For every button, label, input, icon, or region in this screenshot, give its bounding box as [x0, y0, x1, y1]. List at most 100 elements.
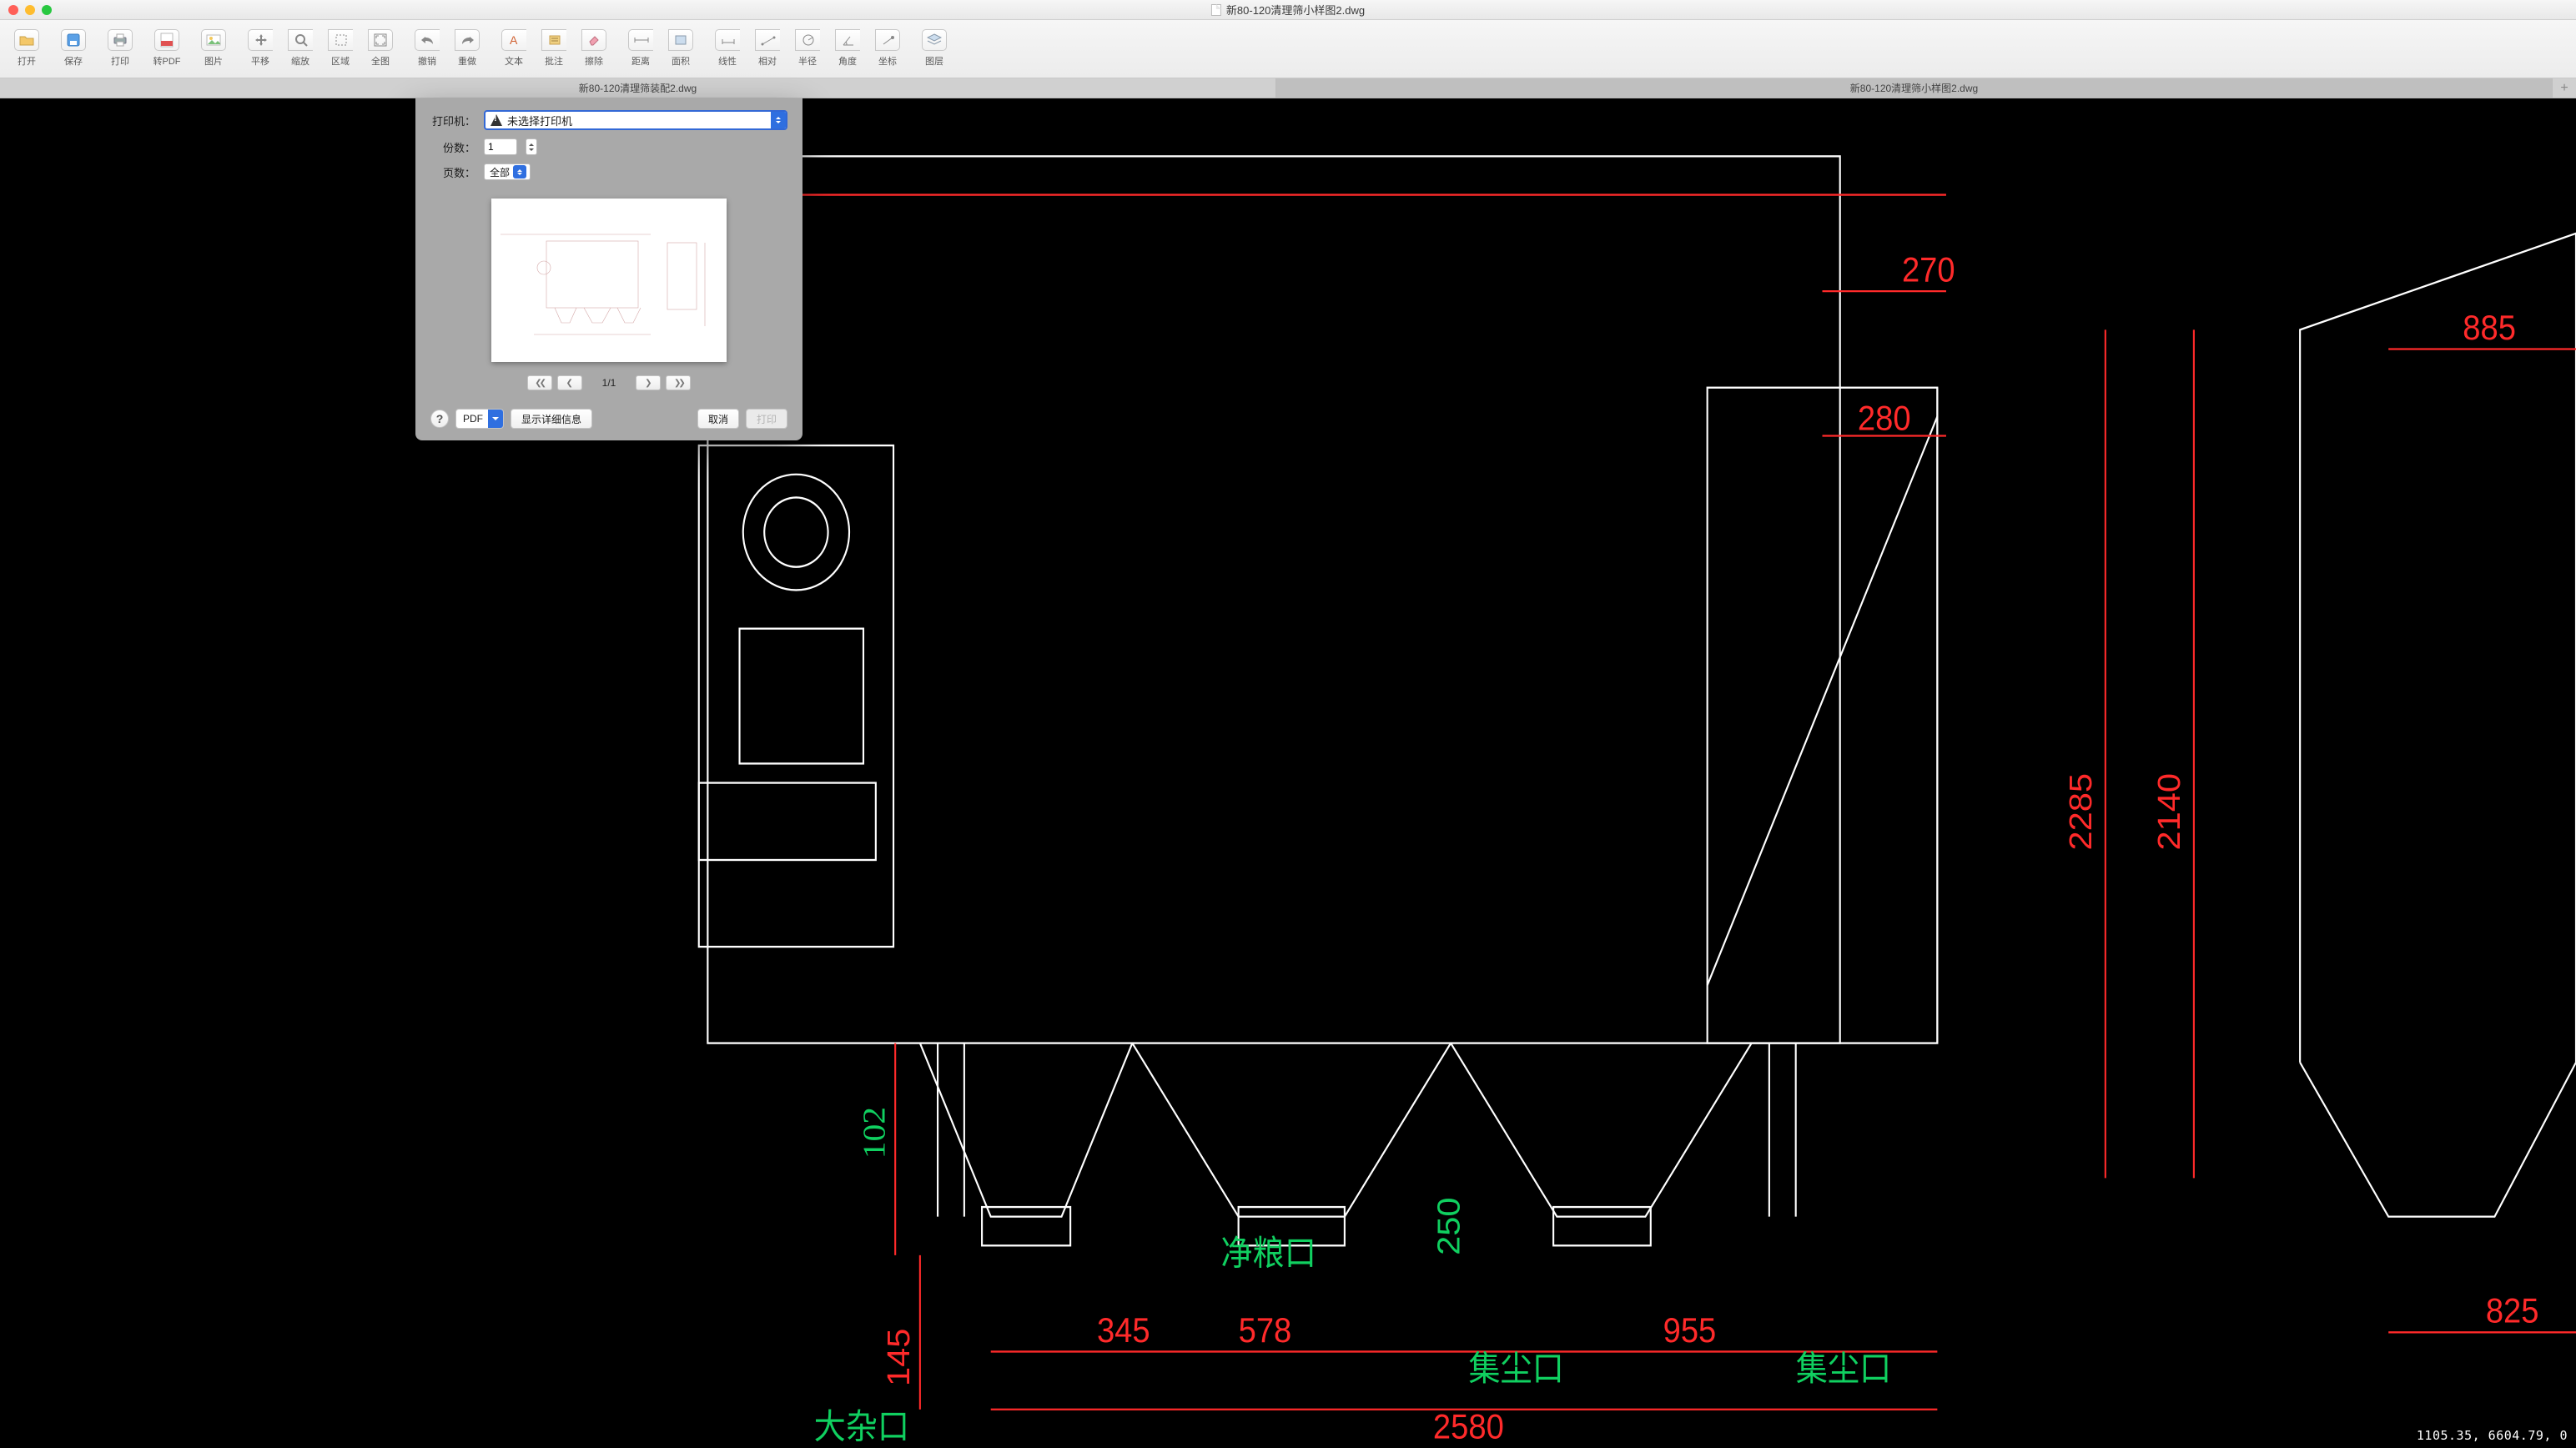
svg-text:885: 885 — [2463, 309, 2516, 347]
print-confirm-button[interactable]: 打印 — [746, 409, 787, 429]
history-segment: 撤销 重做 — [407, 25, 487, 68]
image-button[interactable]: 图片 — [194, 25, 234, 68]
print-button[interactable]: 打印 — [100, 25, 140, 68]
status-coordinates: 1105.35, 6604.79, 0 — [2417, 1428, 2568, 1443]
relative-dim-icon — [755, 29, 780, 51]
window-controls — [8, 5, 52, 15]
show-details-button[interactable]: 显示详细信息 — [511, 409, 592, 429]
close-window-button[interactable] — [8, 5, 18, 15]
chevron-down-icon — [488, 410, 503, 428]
help-button[interactable]: ? — [430, 410, 449, 428]
layers-icon — [922, 29, 947, 51]
svg-text:2580: 2580 — [1433, 1408, 1504, 1446]
svg-text:A: A — [510, 33, 518, 47]
redo-icon — [455, 29, 480, 51]
chevron-updown-icon — [771, 112, 786, 128]
angle-icon — [835, 29, 860, 51]
to-pdf-button[interactable]: 转PDF — [147, 25, 187, 68]
tab-doc-2[interactable]: 新80-120清理筛小样图2.dwg — [1276, 78, 2553, 98]
maximize-window-button[interactable] — [42, 5, 52, 15]
pages-label: 页数： — [430, 164, 475, 180]
svg-text:102: 102 — [856, 1107, 892, 1159]
page-navigator: ❮❮ ❮ 1/1 ❯ ❯❯ — [430, 375, 787, 390]
angle-button[interactable]: 角度 — [828, 25, 868, 68]
svg-text:2285: 2285 — [2063, 773, 2098, 851]
document-icon — [1211, 4, 1221, 16]
svg-text:145: 145 — [882, 1329, 917, 1386]
chevron-updown-icon — [513, 165, 526, 178]
print-preview — [491, 199, 727, 362]
svg-text:250: 250 — [1431, 1197, 1467, 1254]
pan-button[interactable]: 平移 — [240, 25, 280, 68]
copies-label: 份数： — [430, 139, 475, 155]
window-title: 新80-120清理筛小样图2.dwg — [1211, 2, 1365, 18]
undo-button[interactable]: 撤销 — [407, 25, 447, 68]
distance-button[interactable]: 距离 — [621, 25, 661, 68]
tab-doc-1[interactable]: 新80-120清理筛装配2.dwg — [0, 78, 1276, 98]
linear-button[interactable]: 线性 — [707, 25, 747, 68]
region-button[interactable]: 区域 — [320, 25, 360, 68]
svg-text:集尘口: 集尘口 — [1796, 1350, 1891, 1389]
dialog-footer: ? PDF 显示详细信息 取消 打印 — [430, 409, 787, 429]
coord-icon — [875, 29, 900, 51]
svg-text:578: 578 — [1239, 1311, 1292, 1350]
prev-page-button[interactable]: ❮ — [557, 375, 582, 390]
distance-icon — [628, 29, 653, 51]
printer-combobox[interactable]: 未选择打印机 — [484, 110, 787, 130]
printer-label: 打印机： — [430, 113, 475, 128]
fit-button[interactable]: 全图 — [360, 25, 400, 68]
region-icon — [328, 29, 353, 51]
view-segment: 平移 缩放 区域 全图 — [240, 25, 400, 68]
page-indicator: 1/1 — [602, 377, 616, 389]
warning-icon — [491, 114, 502, 126]
image-icon — [201, 29, 226, 51]
svg-text:大杂口: 大杂口 — [814, 1407, 909, 1446]
copies-stepper[interactable] — [526, 138, 537, 155]
eraser-icon — [581, 29, 606, 51]
relative-button[interactable]: 相对 — [747, 25, 787, 68]
minimize-window-button[interactable] — [25, 5, 35, 15]
pdf-menu-button[interactable]: PDF — [455, 409, 504, 429]
area-button[interactable]: 面积 — [661, 25, 701, 68]
fit-icon — [368, 29, 393, 51]
main-toolbar: 打开 保存 打印 转PDF 图片 平移 缩放 区域 全图 撤销 重做 A文本 批… — [0, 20, 2576, 78]
folder-open-icon — [14, 29, 39, 51]
print-dialog: 打印机： 未选择打印机 份数： 页数： 全部 — [415, 98, 802, 440]
drawing-canvas[interactable]: 2285 2140 270 280 885 825 345 578 955 25… — [0, 98, 2576, 1448]
layers-button[interactable]: 图层 — [914, 25, 954, 68]
coord-button[interactable]: 坐标 — [868, 25, 908, 68]
copies-input[interactable] — [484, 138, 517, 155]
dim-segment: 线性 相对 半径 角度 坐标 — [707, 25, 908, 68]
next-page-button[interactable]: ❯ — [636, 375, 661, 390]
cancel-button[interactable]: 取消 — [697, 409, 739, 429]
svg-text:2140: 2140 — [2151, 773, 2186, 851]
printer-value: 未选择打印机 — [507, 113, 572, 128]
radius-icon — [795, 29, 820, 51]
new-tab-button[interactable]: + — [2553, 78, 2576, 98]
window-titlebar: 新80-120清理筛小样图2.dwg — [0, 0, 2576, 20]
text-button[interactable]: A文本 — [494, 25, 534, 68]
pdf-icon — [154, 29, 179, 51]
save-button[interactable]: 保存 — [53, 25, 93, 68]
area-icon — [668, 29, 693, 51]
document-tabs: 新80-120清理筛装配2.dwg 新80-120清理筛小样图2.dwg + — [0, 78, 2576, 98]
text-icon: A — [501, 29, 526, 51]
radius-button[interactable]: 半径 — [787, 25, 828, 68]
zoom-icon — [288, 29, 313, 51]
printer-icon — [108, 29, 133, 51]
first-page-button[interactable]: ❮❮ — [527, 375, 552, 390]
redo-button[interactable]: 重做 — [447, 25, 487, 68]
svg-text:集尘口: 集尘口 — [1468, 1350, 1563, 1389]
linear-dim-icon — [715, 29, 740, 51]
open-button[interactable]: 打开 — [7, 25, 47, 68]
pages-combobox[interactable]: 全部 — [484, 163, 531, 180]
zoom-button[interactable]: 缩放 — [280, 25, 320, 68]
undo-icon — [415, 29, 440, 51]
svg-text:280: 280 — [1858, 400, 1911, 438]
last-page-button[interactable]: ❯❯ — [666, 375, 691, 390]
svg-text:825: 825 — [2486, 1292, 2539, 1330]
save-icon — [61, 29, 86, 51]
annotate-segment: A文本 批注 擦除 — [494, 25, 614, 68]
erase-button[interactable]: 擦除 — [574, 25, 614, 68]
annotate-button[interactable]: 批注 — [534, 25, 574, 68]
